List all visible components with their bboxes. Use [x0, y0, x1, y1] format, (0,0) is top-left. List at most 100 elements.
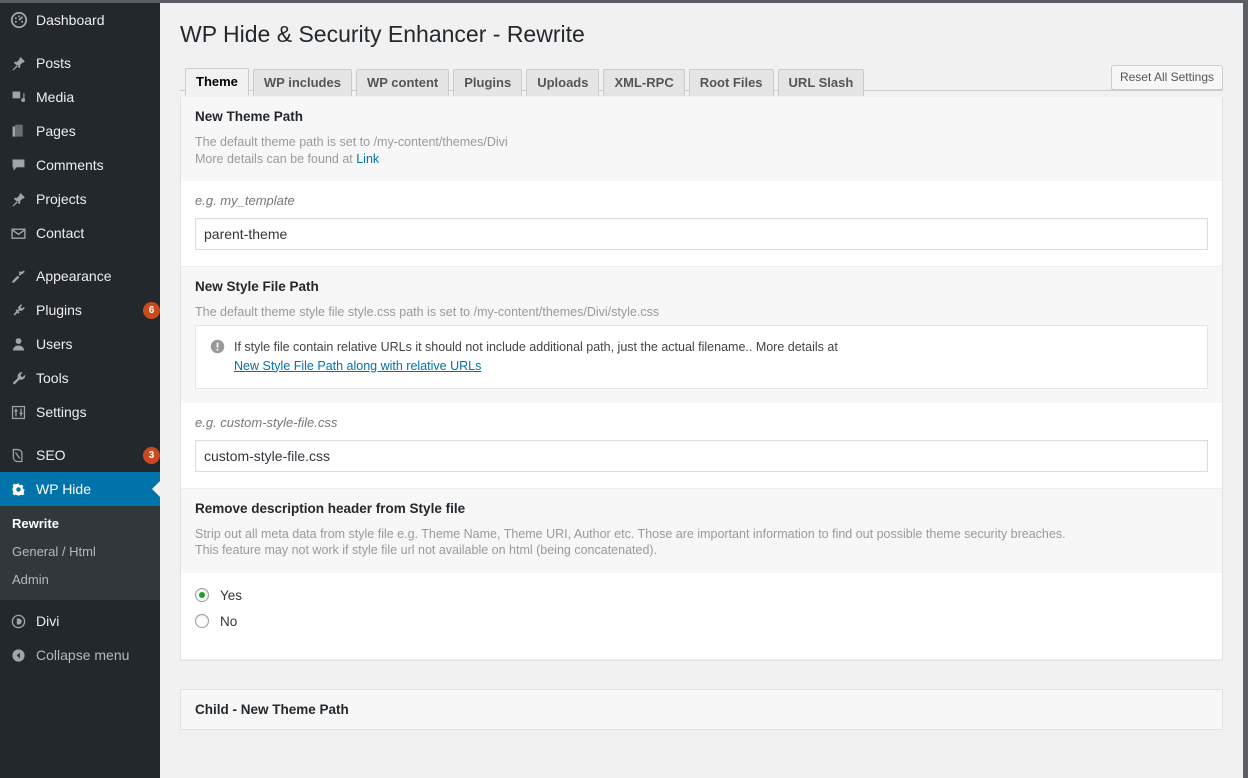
sidebar-item-label: Comments: [36, 148, 160, 182]
divi-icon: [10, 613, 36, 630]
radio-option-yes[interactable]: Yes: [195, 588, 1208, 603]
sidebar-item-users[interactable]: Users: [0, 327, 160, 361]
sidebar-item-label: Projects: [36, 182, 160, 216]
wp-hide-submenu: Rewrite General / Html Admin: [0, 506, 160, 600]
panel-gap: [180, 661, 1223, 683]
section-body: e.g. custom-style-file.css: [181, 403, 1222, 488]
sidebar-item-label: Divi: [36, 604, 160, 638]
sidebar-item-seo[interactable]: SEO 3: [0, 438, 160, 472]
notice-text: If style file contain relative URLs it s…: [234, 338, 838, 375]
example-hint: e.g. my_template: [195, 193, 1208, 209]
sidebar-separator: [0, 37, 160, 46]
sidebar-item-dashboard[interactable]: Dashboard: [0, 3, 160, 37]
wp-admin-page: Dashboard Posts Media Pages: [0, 3, 1243, 778]
sidebar-item-plugins[interactable]: Plugins 6: [0, 293, 160, 327]
section-title: New Style File Path: [195, 279, 1208, 295]
status-badge: 6: [143, 302, 160, 319]
section-description-line1: The default theme path is set to /my-con…: [195, 134, 1208, 151]
new-style-file-path-input[interactable]: [195, 440, 1208, 472]
pin-icon: [10, 55, 36, 72]
sidebar-item-label: Tools: [36, 361, 160, 395]
plug-icon: [10, 302, 36, 319]
radio-indicator[interactable]: [195, 588, 209, 602]
section-header: Child - New Theme Path: [181, 690, 1222, 729]
sidebar-item-label: Contact: [36, 216, 160, 250]
sidebar-item-contact[interactable]: Contact: [0, 216, 160, 250]
sidebar-item-comments[interactable]: Comments: [0, 148, 160, 182]
section-body: e.g. my_template: [181, 181, 1222, 266]
sidebar-separator: [0, 250, 160, 259]
notice-link[interactable]: New Style File Path along with relative …: [234, 357, 838, 375]
more-details-link[interactable]: Link: [356, 152, 379, 166]
info-icon: [210, 338, 234, 359]
paintbrush-icon: [10, 268, 36, 285]
sidebar-item-settings[interactable]: Settings: [0, 395, 160, 429]
sidebar-item-tools[interactable]: Tools: [0, 361, 160, 395]
sidebar-item-projects[interactable]: Projects: [0, 182, 160, 216]
admin-sidebar: Dashboard Posts Media Pages: [0, 3, 160, 778]
sidebar-item-wp-hide[interactable]: WP Hide: [0, 472, 160, 506]
main-content: WP Hide & Security Enhancer - Rewrite Th…: [160, 3, 1243, 778]
tab-root-files[interactable]: Root Files: [689, 69, 774, 96]
sidebar-item-posts[interactable]: Posts: [0, 46, 160, 80]
sidebar-item-label: Plugins: [36, 293, 136, 327]
media-icon: [10, 89, 36, 106]
section-description-line2: More details can be found at Link: [195, 151, 1208, 168]
tab-uploads[interactable]: Uploads: [526, 69, 599, 96]
section-description: The default theme path is set to /my-con…: [195, 134, 1208, 167]
sidebar-item-label: Users: [36, 327, 160, 361]
tab-xml-rpc[interactable]: XML-RPC: [603, 69, 684, 96]
sidebar-item-media[interactable]: Media: [0, 80, 160, 114]
submenu-item-admin[interactable]: Admin: [0, 566, 160, 594]
user-icon: [10, 336, 36, 353]
section-description: The default theme style file style.css p…: [195, 304, 1208, 321]
section-title: Child - New Theme Path: [195, 702, 1208, 718]
sidebar-item-label: Appearance: [36, 259, 160, 293]
status-badge: 3: [143, 447, 160, 464]
sidebar-item-appearance[interactable]: Appearance: [0, 259, 160, 293]
tab-wp-content[interactable]: WP content: [356, 69, 449, 96]
section-header: New Theme Path The default theme path is…: [181, 97, 1222, 181]
sidebar-item-collapse-menu[interactable]: Collapse menu: [0, 638, 160, 672]
section-remove-description-header: Remove description header from Style fil…: [181, 489, 1222, 660]
comment-icon: [10, 157, 36, 174]
section-description: Strip out all meta data from style file …: [195, 526, 1208, 559]
pin-icon: [10, 191, 36, 208]
sidebar-item-label: SEO: [36, 438, 136, 472]
new-theme-path-input[interactable]: [195, 218, 1208, 250]
sidebar-item-divi[interactable]: Divi: [0, 604, 160, 638]
section-description-line1: Strip out all meta data from style file …: [195, 526, 1208, 543]
tab-theme[interactable]: Theme: [185, 68, 249, 96]
reset-all-settings-button[interactable]: Reset All Settings: [1111, 65, 1223, 90]
section-header: New Style File Path The default theme st…: [181, 267, 1222, 403]
sidebar-item-label: Posts: [36, 46, 160, 80]
yoast-icon: [10, 447, 36, 464]
tab-bar: Theme WP includes WP content Plugins Upl…: [180, 61, 1223, 91]
section-header: Remove description header from Style fil…: [181, 489, 1222, 573]
page-title: WP Hide & Security Enhancer - Rewrite: [180, 3, 1223, 61]
wrench-icon: [10, 370, 36, 387]
sidebar-item-label: Settings: [36, 395, 160, 429]
submenu-item-general-html[interactable]: General / Html: [0, 538, 160, 566]
sliders-icon: [10, 404, 36, 421]
gear-icon: [10, 481, 36, 498]
section-description-line2: This feature may not work if style file …: [195, 542, 1208, 559]
section-new-theme-path: New Theme Path The default theme path is…: [181, 97, 1222, 267]
radio-label: No: [220, 614, 237, 629]
section-title: Remove description header from Style fil…: [195, 501, 1208, 517]
settings-panel-child: Child - New Theme Path: [180, 689, 1223, 730]
pages-icon: [10, 123, 36, 140]
tab-url-slash[interactable]: URL Slash: [778, 69, 865, 96]
radio-option-no[interactable]: No: [195, 614, 1208, 629]
envelope-icon: [10, 225, 36, 242]
tab-plugins[interactable]: Plugins: [453, 69, 522, 96]
sidebar-item-pages[interactable]: Pages: [0, 114, 160, 148]
settings-panel: New Theme Path The default theme path is…: [180, 97, 1223, 661]
submenu-item-rewrite[interactable]: Rewrite: [0, 510, 160, 538]
sidebar-item-label: Dashboard: [36, 3, 160, 37]
tab-wp-includes[interactable]: WP includes: [253, 69, 352, 96]
window-frame-right: [1243, 0, 1248, 778]
sidebar-item-label: Media: [36, 80, 160, 114]
browser-window: Dashboard Posts Media Pages: [0, 0, 1248, 778]
radio-indicator[interactable]: [195, 614, 209, 628]
